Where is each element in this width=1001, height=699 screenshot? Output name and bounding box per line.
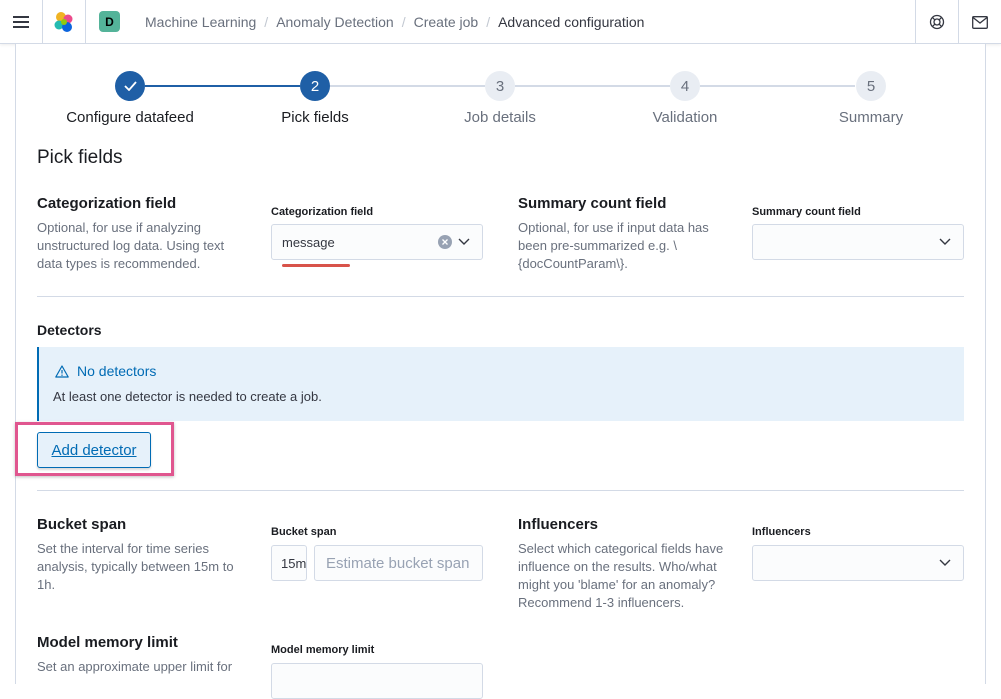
breadcrumb-create-job[interactable]: Create job bbox=[414, 14, 479, 30]
step-4-validation[interactable]: 4 bbox=[670, 71, 700, 101]
influencers-title: Influencers bbox=[518, 516, 599, 533]
top-header: D Machine Learning / Anomaly Detection /… bbox=[0, 0, 1001, 44]
step-connector bbox=[145, 85, 300, 87]
step-connector bbox=[330, 85, 485, 87]
step-connector bbox=[515, 85, 670, 87]
bucket-span-title: Bucket span bbox=[37, 516, 127, 533]
check-icon bbox=[123, 81, 137, 91]
estimate-bucket-span-button[interactable]: Estimate bucket span bbox=[314, 545, 483, 581]
bucket-span-description: Set the interval for time series analysi… bbox=[37, 541, 234, 592]
elastic-logo[interactable] bbox=[43, 0, 86, 44]
model-memory-input[interactable] bbox=[271, 663, 483, 699]
step-2-pick-fields[interactable]: 2 bbox=[300, 71, 330, 101]
summary-count-description: Optional, for use if input data has been… bbox=[518, 220, 709, 271]
bucket-span-input[interactable]: 15m bbox=[271, 545, 307, 581]
add-detector-button[interactable]: Add detector bbox=[37, 432, 151, 468]
step-1-configure-datafeed[interactable] bbox=[115, 71, 145, 101]
space-avatar[interactable]: D bbox=[99, 11, 120, 32]
detectors-title: Detectors bbox=[37, 322, 102, 338]
summary-count-title: Summary count field bbox=[518, 195, 667, 212]
breadcrumb-separator: / bbox=[401, 14, 406, 30]
menu-button[interactable] bbox=[0, 0, 43, 44]
chevron-down-icon[interactable] bbox=[939, 238, 951, 246]
breadcrumb-separator: / bbox=[486, 14, 491, 30]
callout-title: No detectors bbox=[55, 363, 156, 379]
step-3-job-details[interactable]: 3 bbox=[485, 71, 515, 101]
help-lifebuoy-icon bbox=[929, 14, 945, 30]
clear-icon[interactable] bbox=[438, 235, 452, 249]
hamburger-icon bbox=[13, 16, 29, 28]
step-label: Summary bbox=[838, 109, 904, 126]
categorization-field-combobox[interactable]: message bbox=[271, 224, 483, 260]
mail-icon bbox=[972, 15, 988, 29]
breadcrumb-separator: / bbox=[264, 14, 269, 30]
bucket-span-label: Bucket span bbox=[271, 526, 337, 538]
model-memory-label: Model memory limit bbox=[271, 644, 375, 656]
newsfeed-button[interactable] bbox=[958, 0, 1001, 44]
summary-count-field-label: Summary count field bbox=[752, 206, 861, 218]
breadcrumb-anomaly-detection[interactable]: Anomaly Detection bbox=[276, 14, 394, 30]
warning-icon bbox=[55, 364, 69, 378]
chevron-down-icon[interactable] bbox=[458, 238, 470, 246]
no-detectors-callout: No detectors At least one detector is ne… bbox=[37, 347, 964, 421]
step-connector bbox=[700, 85, 855, 87]
help-button[interactable] bbox=[915, 0, 958, 44]
divider bbox=[37, 490, 964, 491]
step-label: Pick fields bbox=[281, 109, 349, 126]
spellcheck-underline bbox=[282, 264, 350, 267]
categorization-field-label: Categorization field bbox=[271, 206, 374, 218]
page-title: Pick fields bbox=[37, 147, 123, 168]
influencers-description: Select which categorical fields have inf… bbox=[518, 541, 724, 610]
categorization-field-value: message bbox=[282, 235, 335, 250]
step-label: Validation bbox=[652, 109, 718, 126]
chevron-down-icon[interactable] bbox=[939, 559, 951, 567]
categorization-description: Optional, for use if analyzing unstructu… bbox=[37, 220, 225, 271]
step-5-summary[interactable]: 5 bbox=[856, 71, 886, 101]
elastic-logo-icon bbox=[54, 12, 73, 32]
step-label: Job details bbox=[464, 109, 536, 126]
divider bbox=[37, 296, 964, 297]
callout-body: At least one detector is needed to creat… bbox=[53, 389, 322, 404]
summary-count-field-combobox[interactable] bbox=[752, 224, 964, 260]
model-memory-description: Set an approximate upper limit for bbox=[37, 659, 233, 674]
categorization-title: Categorization field bbox=[37, 195, 177, 212]
influencers-combobox[interactable] bbox=[752, 545, 964, 581]
breadcrumb-advanced-configuration: Advanced configuration bbox=[498, 14, 645, 30]
influencers-label: Influencers bbox=[752, 526, 811, 538]
model-memory-title: Model memory limit bbox=[37, 634, 178, 651]
breadcrumb: Machine Learning / Anomaly Detection / C… bbox=[145, 0, 644, 44]
breadcrumb-machine-learning[interactable]: Machine Learning bbox=[145, 14, 256, 30]
step-label: Configure datafeed bbox=[66, 109, 194, 126]
